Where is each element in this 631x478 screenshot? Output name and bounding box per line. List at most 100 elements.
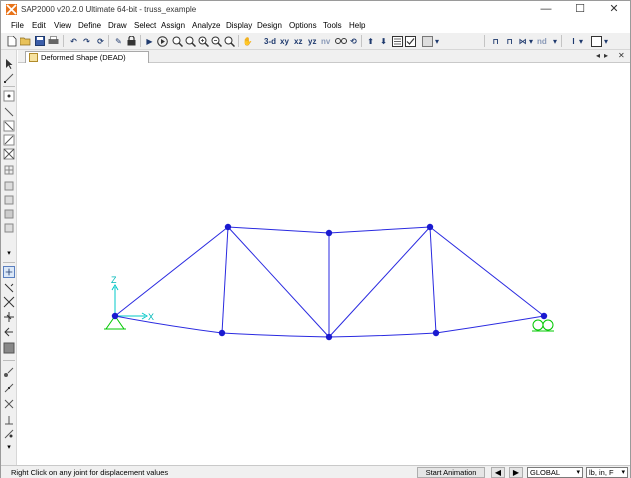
draw-area-icon[interactable]	[3, 164, 15, 176]
chevron-down-icon[interactable]: ▾	[578, 34, 584, 48]
next-step-button[interactable]: ▶	[509, 467, 523, 478]
joint-bottom-1[interactable]	[218, 329, 226, 337]
joint-top-1[interactable]	[224, 223, 232, 231]
reshape-icon[interactable]	[3, 72, 15, 84]
view-xy-button[interactable]: xy	[279, 34, 290, 48]
menu-edit[interactable]: Edit	[32, 21, 46, 30]
previous-selection-icon[interactable]	[3, 326, 15, 338]
moment-frame-icon[interactable]: ⊓	[503, 34, 516, 48]
snap-intersections-icon[interactable]	[3, 398, 15, 410]
model-view-canvas[interactable]: Z X	[18, 63, 630, 464]
menu-view[interactable]: View	[54, 21, 71, 30]
select-all-icon[interactable]	[3, 266, 15, 278]
frame-section-icon[interactable]: ⊓	[489, 34, 502, 48]
run-now-icon[interactable]	[156, 34, 169, 48]
pan-hand-icon[interactable]: ✋	[241, 34, 254, 48]
view-3d-button[interactable]: 3-d	[263, 34, 277, 48]
draw-frame-icon[interactable]	[3, 106, 15, 118]
start-animation-button[interactable]: Start Animation	[417, 467, 485, 478]
draw-solid-icon[interactable]	[3, 208, 15, 220]
zoom-previous-icon[interactable]	[223, 34, 236, 48]
zoom-window-icon[interactable]	[171, 34, 184, 48]
menu-file[interactable]: File	[11, 21, 24, 30]
chevron-down-icon[interactable]: ▾	[603, 34, 609, 48]
tab-close-button[interactable]: ✕	[618, 51, 625, 60]
new-model-icon[interactable]	[5, 34, 18, 48]
redo-icon[interactable]: ↷	[80, 34, 93, 48]
move-down-icon[interactable]: ⬇	[377, 34, 390, 48]
joint-top-2[interactable]	[325, 229, 333, 237]
menu-select[interactable]: Select	[134, 21, 156, 30]
clear-selection-icon[interactable]	[3, 342, 15, 354]
deselect-icon[interactable]	[3, 311, 15, 323]
refresh-view-icon[interactable]: ⟲	[347, 34, 360, 48]
display-options-icon[interactable]	[391, 34, 404, 48]
diagonal-member-2[interactable]	[328, 226, 431, 338]
chevron-down-icon[interactable]: ▾	[3, 248, 15, 260]
pointer-icon[interactable]	[3, 58, 15, 70]
close-button[interactable]: ✕	[597, 1, 631, 19]
maximize-button[interactable]: ☐	[563, 1, 597, 19]
joint-bottom-2[interactable]	[325, 333, 333, 341]
select-intersect-icon[interactable]	[3, 296, 15, 308]
view-xz-button[interactable]: xz	[293, 34, 303, 48]
menu-tools[interactable]: Tools	[323, 21, 342, 30]
units-select[interactable]: lb, in, F ▾	[586, 467, 628, 478]
tab-deformed-shape[interactable]: Deformed Shape (DEAD)	[25, 51, 149, 63]
select-pointer-icon[interactable]	[3, 282, 15, 294]
draw-joint-icon[interactable]	[3, 90, 15, 102]
menu-assign[interactable]: Assign	[161, 21, 185, 30]
tab-scroll-left-button[interactable]: ◂	[596, 51, 600, 60]
chevron-down-icon[interactable]: ▾	[552, 34, 558, 48]
draw-link-icon[interactable]	[3, 222, 15, 234]
menu-design[interactable]: Design	[257, 21, 282, 30]
joint-top-3[interactable]	[426, 223, 434, 231]
coordinate-system-select[interactable]: GLOBAL ▾	[527, 467, 583, 478]
draw-rect-area-icon[interactable]	[3, 180, 15, 192]
zoom-full-icon[interactable]	[184, 34, 197, 48]
check-icon[interactable]	[404, 34, 417, 48]
view-nv-button[interactable]: nv	[320, 34, 331, 48]
joint-support-right[interactable]	[540, 312, 548, 320]
menu-draw[interactable]: Draw	[108, 21, 127, 30]
vertical-member-3[interactable]	[429, 226, 437, 334]
draw-brace-icon[interactable]	[3, 148, 15, 160]
menu-help[interactable]: Help	[349, 21, 365, 30]
menu-options[interactable]: Options	[289, 21, 317, 30]
print-icon[interactable]	[47, 34, 60, 48]
draw-cable-icon[interactable]	[3, 120, 15, 132]
run-analysis-icon[interactable]: ▶	[143, 34, 156, 48]
snap-lines-icon[interactable]	[3, 428, 15, 440]
diagonal-member-1[interactable]	[227, 226, 330, 338]
zoom-in-icon[interactable]	[197, 34, 210, 48]
tab-scroll-right-button[interactable]: ▸	[604, 51, 608, 60]
quick-draw-frame-icon[interactable]	[3, 134, 15, 146]
menu-define[interactable]: Define	[78, 21, 101, 30]
joint-bottom-3[interactable]	[432, 329, 440, 337]
menu-analyze[interactable]: Analyze	[192, 21, 220, 30]
zoom-out-icon[interactable]	[210, 34, 223, 48]
vertical-member-1[interactable]	[221, 226, 229, 334]
move-up-icon[interactable]: ⬆	[364, 34, 377, 48]
pencil-icon[interactable]: ✎	[112, 34, 125, 48]
previous-step-button[interactable]: ◀	[491, 467, 505, 478]
assign-options-icon[interactable]	[421, 34, 434, 48]
rotate-view-icon[interactable]	[334, 34, 347, 48]
snap-midpoints-icon[interactable]	[3, 382, 15, 394]
minimize-button[interactable]: —	[529, 1, 563, 19]
menu-display[interactable]: Display	[226, 21, 252, 30]
joint-support-left[interactable]	[111, 312, 119, 320]
snap-perpendicular-icon[interactable]	[3, 414, 15, 426]
lock-icon[interactable]	[125, 34, 138, 48]
roller-support-right[interactable]	[532, 319, 554, 332]
save-icon[interactable]	[33, 34, 46, 48]
chevron-down-icon[interactable]: ▾	[3, 442, 15, 454]
open-folder-icon[interactable]	[19, 34, 32, 48]
chevron-down-icon[interactable]: ▾	[528, 34, 534, 48]
chevron-down-icon[interactable]: ▾	[434, 34, 440, 48]
view-yz-button[interactable]: yz	[307, 34, 317, 48]
refresh-icon[interactable]: ⟳	[94, 34, 107, 48]
snap-joints-icon[interactable]	[3, 366, 15, 378]
quick-draw-area-icon[interactable]	[3, 194, 15, 206]
design-nd-button[interactable]: nd	[536, 34, 548, 48]
